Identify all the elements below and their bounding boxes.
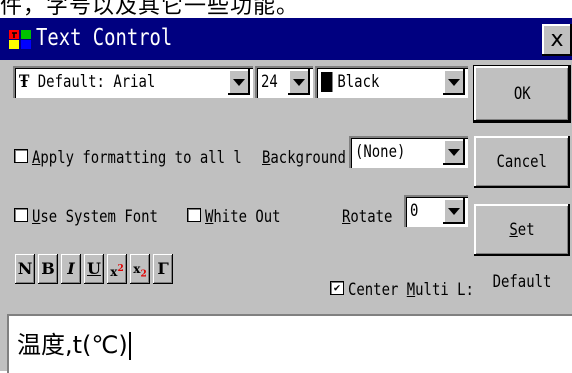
text-caret xyxy=(128,332,131,360)
color-swatch xyxy=(321,72,333,92)
background-select-value: (None) xyxy=(355,142,406,162)
normal-button[interactable]: N xyxy=(15,254,35,284)
background-text: 件，字号以及其它一些功能。 xyxy=(0,0,300,19)
font-select[interactable]: Ŧ Default: Arial xyxy=(13,66,253,98)
rotate-select-value: 0 xyxy=(410,201,419,221)
close-icon: x xyxy=(550,27,564,52)
checkbox-box[interactable] xyxy=(14,149,28,163)
ok-button[interactable]: OK xyxy=(474,66,570,122)
title-bar: Text Control x xyxy=(0,18,572,60)
white-out-checkbox[interactable]: White Out xyxy=(187,206,297,228)
rotate-label: Rotate xyxy=(342,207,393,227)
subscript-icon: x2 xyxy=(133,262,147,280)
color-select[interactable]: Black xyxy=(315,66,468,98)
color-select-value: Black xyxy=(321,66,379,98)
chevron-down-icon xyxy=(448,79,460,86)
underline-button[interactable]: U xyxy=(84,254,104,284)
size-select-value: 24 xyxy=(261,72,278,92)
chevron-down-icon xyxy=(448,149,460,156)
window-title: Text Control xyxy=(36,25,173,51)
text-input[interactable]: 温度,t(℃) xyxy=(7,314,572,373)
checkbox-box[interactable] xyxy=(187,208,201,222)
text-input-value: 温度,t(℃) xyxy=(17,328,131,362)
checkbox-box[interactable]: ✔ xyxy=(330,281,344,295)
use-system-font-checkbox[interactable]: Use System Font xyxy=(14,206,186,228)
center-multi-line-checkbox[interactable]: ✔ Center Multi L: xyxy=(330,279,502,301)
chevron-down-icon xyxy=(233,79,245,86)
text-control-dialog: Text Control x Ŧ Default: Arial 24 Black… xyxy=(0,18,572,373)
subscript-button[interactable]: x2 xyxy=(130,254,150,284)
font-dropdown-button[interactable] xyxy=(228,69,250,95)
background-select[interactable]: (None) xyxy=(349,136,468,168)
chevron-down-icon xyxy=(448,208,460,215)
size-select[interactable]: 24 xyxy=(255,66,313,98)
checkbox-box[interactable] xyxy=(14,208,28,222)
rotate-select[interactable]: 0 xyxy=(404,195,468,227)
close-button[interactable]: x xyxy=(542,24,572,56)
set-default-button[interactable]: Set Default xyxy=(474,204,570,292)
truetype-icon: Ŧ xyxy=(19,72,30,92)
rotate-dropdown-button[interactable] xyxy=(443,198,465,224)
superscript-button[interactable]: x2 xyxy=(107,254,127,284)
checkmark-icon: ✔ xyxy=(333,281,341,294)
app-icon xyxy=(8,27,34,51)
chevron-down-icon xyxy=(293,79,305,86)
italic-button[interactable]: I xyxy=(61,254,81,284)
apply-formatting-checkbox[interactable]: Apply formatting to all l xyxy=(14,147,288,169)
font-select-value: Ŧ Default: Arial xyxy=(19,72,156,92)
symbol-button[interactable]: Γ xyxy=(153,254,173,284)
size-dropdown-button[interactable] xyxy=(288,69,310,95)
superscript-icon: x2 xyxy=(110,264,124,279)
bold-button[interactable]: B xyxy=(38,254,58,284)
color-dropdown-button[interactable] xyxy=(443,69,465,95)
background-dropdown-button[interactable] xyxy=(443,139,465,165)
cancel-button[interactable]: Cancel xyxy=(474,136,570,188)
